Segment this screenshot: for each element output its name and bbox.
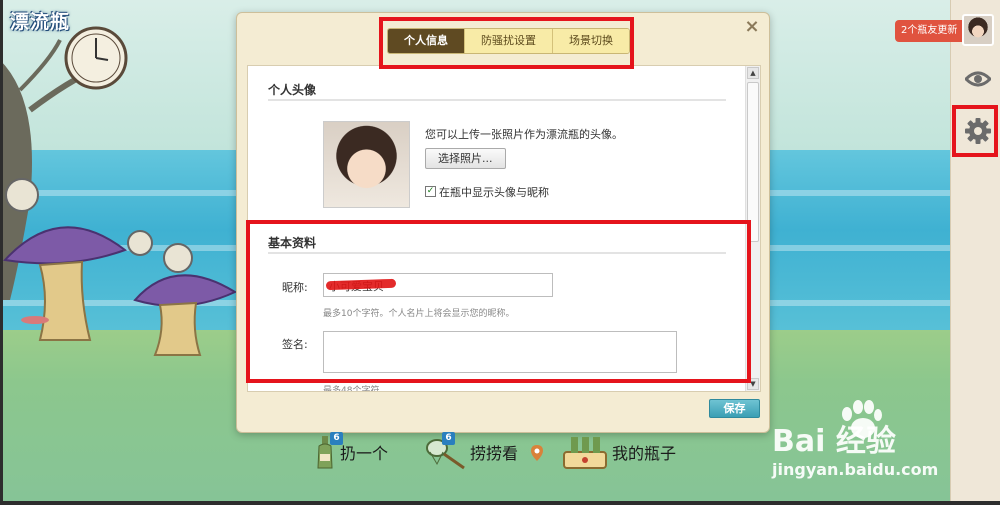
net-icon: 6 <box>426 432 466 470</box>
save-button[interactable]: 保存 <box>709 399 760 418</box>
close-button[interactable]: × <box>743 18 761 36</box>
nickname-hint: 最多10个字符。个人名片上将会显示您的昵称。 <box>323 309 515 319</box>
my-bottles-button[interactable]: 我的瓶子 <box>562 432 676 472</box>
tab-anti-harassment[interactable]: 防骚扰设置 <box>464 29 552 53</box>
settings-tabs: 个人信息 防骚扰设置 场景切换 <box>387 28 630 54</box>
bottles-icon <box>562 434 608 470</box>
bottle-icon: 6 <box>314 432 343 470</box>
panel-scrollbar[interactable]: ▲ ▼ <box>745 66 760 391</box>
baidu-watermark: Bai 经验 jingyan.baidu.com <box>768 400 994 485</box>
show-avatar-label[interactable]: 在瓶中显示头像与昵称 <box>439 184 549 200</box>
tree-clock-illustration <box>0 26 238 356</box>
signature-input[interactable] <box>323 331 677 373</box>
avatar-description: 您可以上传一张照片作为漂流瓶的头像。 <box>425 128 623 141</box>
signature-label: 签名: <box>282 338 308 351</box>
nickname-label: 昵称: <box>282 281 308 294</box>
watermark-brand: Bai 经验 <box>772 424 896 459</box>
profile-avatar <box>323 121 410 208</box>
watermark-url: jingyan.baidu.com <box>772 460 939 479</box>
app-logo: 漂流瓶 <box>10 11 71 33</box>
fish-badge: 6 <box>442 432 455 445</box>
fish-bottle-button[interactable]: 6 捞捞看 <box>426 432 518 472</box>
throw-badge: 6 <box>330 432 343 445</box>
gear-icon[interactable] <box>962 115 994 147</box>
throw-bottle-button[interactable]: 6 扔一个 <box>314 432 388 472</box>
scroll-down-icon[interactable]: ▼ <box>747 378 759 390</box>
settings-dialog: × 个人信息 防骚扰设置 场景切换 个人头像 您可以上传一张照片作为漂流瓶的头像… <box>236 12 770 433</box>
friend-update-notification[interactable]: 2个瓶友更新 <box>895 20 964 42</box>
scroll-up-icon[interactable]: ▲ <box>747 67 759 79</box>
avatar-section-title: 个人头像 <box>268 83 317 97</box>
scroll-thumb[interactable] <box>747 82 759 242</box>
my-bottles-label: 我的瓶子 <box>612 444 677 463</box>
nickname-input[interactable]: 小可爱宝贝 <box>323 273 553 297</box>
basic-section-title: 基本资料 <box>268 236 317 250</box>
show-avatar-checkbox[interactable]: ✓ <box>425 186 436 197</box>
tab-scene-switch[interactable]: 场景切换 <box>552 29 629 53</box>
signature-hint: 最多48个字符 <box>323 386 380 392</box>
tab-personal-info[interactable]: 个人信息 <box>388 29 464 53</box>
friend-avatar[interactable] <box>962 14 994 46</box>
choose-photo-button[interactable]: 选择照片... <box>425 148 506 169</box>
settings-panel: 个人头像 您可以上传一张照片作为漂流瓶的头像。 选择照片... ✓ 在瓶中显示头… <box>247 65 761 392</box>
redaction-scribble <box>325 278 397 291</box>
location-pin-icon <box>530 444 544 466</box>
fish-label: 捞捞看 <box>470 444 519 463</box>
eye-icon[interactable] <box>962 63 994 95</box>
throw-label: 扔一个 <box>340 444 389 463</box>
